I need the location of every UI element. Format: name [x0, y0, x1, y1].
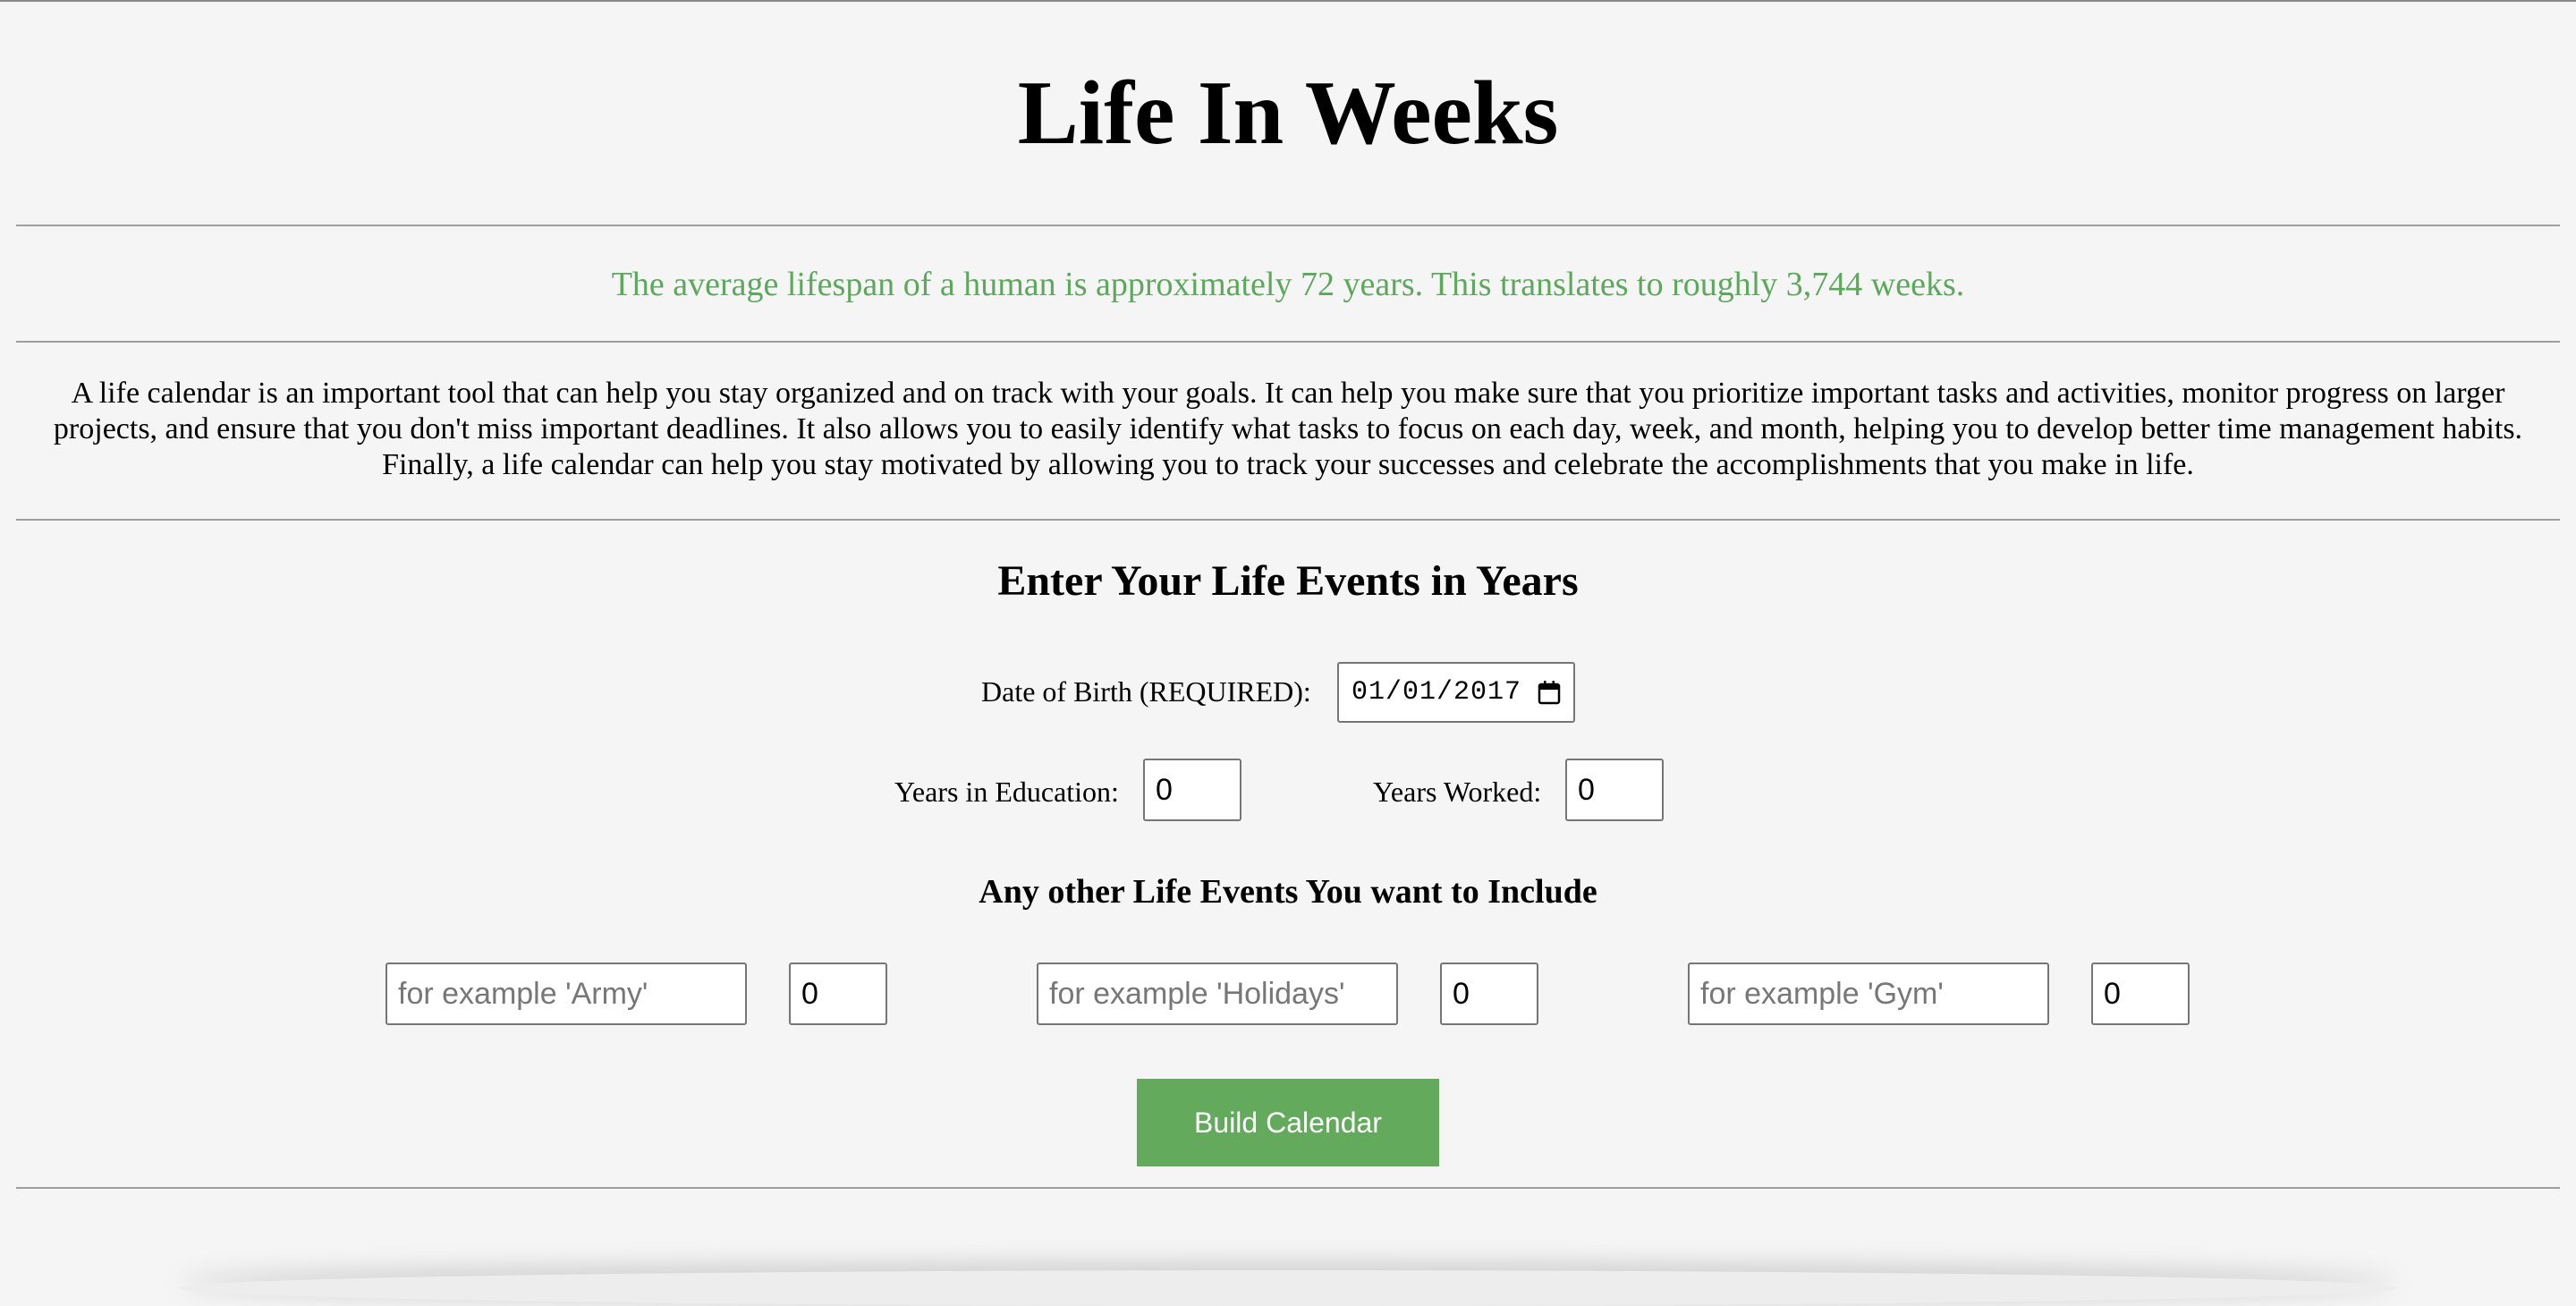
education-years-field[interactable] [1156, 772, 1229, 808]
other-events-heading: Any other Life Events You want to Includ… [979, 873, 1597, 911]
dob-label: Date of Birth (REQUIRED): [981, 675, 1311, 708]
worked-label: Years Worked: [1373, 776, 1542, 808]
event-name-input-holidays[interactable] [1037, 963, 1398, 1025]
event-name-field[interactable] [1049, 976, 1385, 1012]
education-years-input[interactable] [1143, 759, 1241, 821]
education-label: Years in Education: [894, 776, 1119, 808]
intro-paragraph: A life calendar is an important tool tha… [53, 377, 2523, 481]
event-years-field[interactable] [1453, 976, 1526, 1012]
event-years-field[interactable] [801, 976, 875, 1012]
event-years-input[interactable] [1440, 963, 1538, 1025]
event-name-input-gym[interactable] [1688, 963, 2049, 1025]
event-years-input[interactable] [2091, 963, 2190, 1025]
divider [16, 1187, 2560, 1189]
lifespan-text: The average lifespan of a human is appro… [611, 266, 1965, 303]
calendar-container-edge [179, 1270, 2397, 1306]
worked-years-input[interactable] [1565, 759, 1664, 821]
divider [16, 519, 2560, 521]
event-years-field[interactable] [2104, 976, 2177, 1012]
divider [16, 341, 2560, 343]
page-title: Life In Weeks [1017, 63, 1559, 164]
top-border [0, 0, 2576, 2]
dob-value: 01/01/2017 [1352, 677, 1522, 708]
event-years-input[interactable] [789, 963, 887, 1025]
worked-years-field[interactable] [1578, 772, 1651, 808]
event-name-input-army[interactable] [386, 963, 747, 1025]
calendar-icon[interactable] [1538, 680, 1561, 705]
build-calendar-button[interactable]: Build Calendar [1137, 1079, 1439, 1166]
event-name-field[interactable] [1700, 976, 2037, 1012]
form-heading: Enter Your Life Events in Years [997, 557, 1579, 605]
event-name-field[interactable] [398, 976, 734, 1012]
dob-date-input[interactable]: 01/01/2017 [1337, 662, 1575, 723]
divider [16, 225, 2560, 226]
